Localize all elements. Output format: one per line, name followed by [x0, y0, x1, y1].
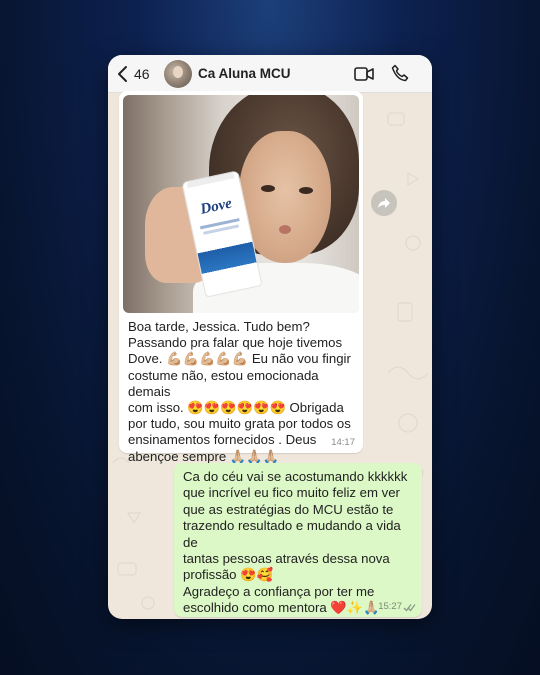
phone-call-icon[interactable]: [391, 64, 409, 82]
contact-avatar[interactable]: [164, 60, 192, 88]
chat-header: 46 Ca Aluna MCU: [108, 55, 432, 93]
unread-count[interactable]: 46: [134, 66, 150, 82]
message-photo[interactable]: Dove: [123, 95, 359, 313]
outgoing-message[interactable]: Ca do céu vai se acostumando kkkkkk que …: [174, 463, 422, 617]
chevron-left-icon[interactable]: [116, 65, 130, 83]
incoming-message-time: 14:17: [331, 437, 355, 448]
forward-icon: [378, 198, 390, 208]
contact-name[interactable]: Ca Aluna MCU: [198, 66, 291, 81]
forward-button[interactable]: [371, 190, 397, 216]
video-call-icon[interactable]: [354, 66, 374, 82]
read-receipt-icon: [403, 604, 416, 612]
product-label: Dove: [199, 195, 234, 218]
outgoing-message-text: Ca do céu vai se acostumando kkkkkk que …: [183, 469, 408, 616]
incoming-message-text: Boa tarde, Jessica. Tudo bem? Passando p…: [128, 319, 351, 464]
chat-window: 46 Ca Aluna MCU Dove Boa tarde, Jessica.…: [108, 55, 432, 619]
incoming-message[interactable]: Dove Boa tarde, Jessica. Tudo bem? Passa…: [119, 91, 363, 464]
outgoing-message-time: 15:27: [378, 601, 402, 612]
